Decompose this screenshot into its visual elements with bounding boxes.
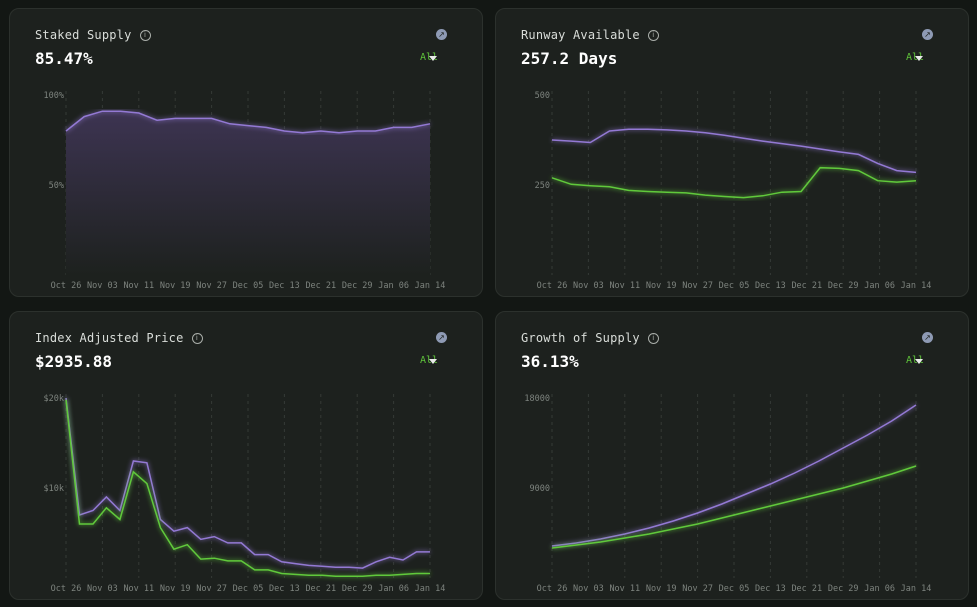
y-tick-label: $10k (44, 484, 64, 494)
area-fill (66, 111, 430, 275)
x-tick-label: Nov 27 (196, 281, 227, 291)
x-tick-label: Oct 26 (51, 584, 82, 594)
x-tick-label: Nov 27 (682, 584, 713, 594)
x-tick-label: Nov 11 (609, 584, 640, 594)
x-tick-label: Dec 13 (755, 281, 786, 291)
x-tick-label: Dec 21 (791, 281, 822, 291)
y-tick-label: 18000 (524, 394, 550, 404)
staked-supply-chart: Oct 26 Nov 03 Nov 11 Nov 19 Nov 27 Dec 05 Dec … (44, 91, 446, 291)
x-tick-label: Nov 19 (160, 281, 191, 291)
x-tick-label: Jan 06 (378, 584, 409, 594)
x-tick-label: Nov 03 (87, 281, 118, 291)
x-tick-label: Dec 21 (791, 584, 822, 594)
x-tick-label: Dec 13 (755, 584, 786, 594)
growth-of-supply-card: Growth of Supply i 36.13% ↗ All Oct 26 Nov… (495, 311, 969, 600)
x-tick-label: Dec 05 (233, 584, 264, 594)
x-tick-label: Dec 29 (828, 281, 859, 291)
x-tick-label: Nov 27 (682, 281, 713, 291)
x-tick-label: Dec 29 (342, 281, 373, 291)
y-tick-label: 9000 (530, 484, 550, 494)
x-tick-label: Oct 26 (51, 281, 82, 291)
x-tick-label: Nov 11 (609, 281, 640, 291)
x-tick-label: Nov 03 (573, 281, 604, 291)
x-tick-label: Jan 06 (378, 281, 409, 291)
x-tick-label: Nov 03 (87, 584, 118, 594)
index-adjusted-price-card: Index Adjusted Price i $2935.88 ↗ All Oct… (9, 311, 483, 600)
x-tick-label: Nov 11 (123, 281, 154, 291)
x-tick-label: Dec 05 (719, 584, 750, 594)
y-tick-label: $20k (44, 394, 64, 404)
x-tick-label: Nov 19 (160, 584, 191, 594)
x-tick-label: Dec 29 (342, 584, 373, 594)
x-tick-label: Dec 29 (828, 584, 859, 594)
x-tick-label: Nov 19 (646, 281, 677, 291)
x-tick-label: Nov 19 (646, 584, 677, 594)
x-tick-label: Nov 27 (196, 584, 227, 594)
x-tick-label: Jan 14 (901, 281, 932, 291)
runway-chart: Oct 26 Nov 03 Nov 11 Nov 19 Nov 27 Dec 05 Dec … (535, 91, 932, 291)
x-tick-label: Nov 03 (573, 584, 604, 594)
y-tick-label: 50% (49, 181, 64, 191)
y-tick-label: 100% (44, 91, 64, 101)
x-tick-label: Oct 26 (537, 584, 568, 594)
x-tick-label: Dec 13 (269, 281, 300, 291)
x-tick-label: Dec 05 (719, 281, 750, 291)
growth-supply-chart: Oct 26 Nov 03 Nov 11 Nov 19 Nov 27 Dec 05 Dec … (524, 394, 932, 594)
x-tick-label: Dec 05 (233, 281, 264, 291)
x-tick-label: Nov 11 (123, 584, 154, 594)
staked-supply-card: Staked Supply i 85.47% ↗ All Oct 26 Nov 03… (9, 8, 483, 297)
y-tick-label: 500 (535, 91, 550, 101)
x-tick-label: Jan 14 (901, 584, 932, 594)
x-tick-label: Jan 14 (415, 281, 446, 291)
x-tick-label: Jan 06 (864, 584, 895, 594)
x-tick-label: Dec 21 (305, 584, 336, 594)
x-tick-label: Jan 14 (415, 584, 446, 594)
x-tick-label: Dec 13 (269, 584, 300, 594)
y-tick-label: 250 (535, 181, 550, 191)
x-tick-label: Dec 21 (305, 281, 336, 291)
x-tick-label: Oct 26 (537, 281, 568, 291)
x-tick-label: Jan 06 (864, 281, 895, 291)
runway-available-card: Runway Available i 257.2 Days ↗ All Oct 2… (495, 8, 969, 297)
index-price-chart: Oct 26 Nov 03 Nov 11 Nov 19 Nov 27 Dec 05 Dec … (44, 394, 446, 594)
series-line (551, 404, 917, 547)
